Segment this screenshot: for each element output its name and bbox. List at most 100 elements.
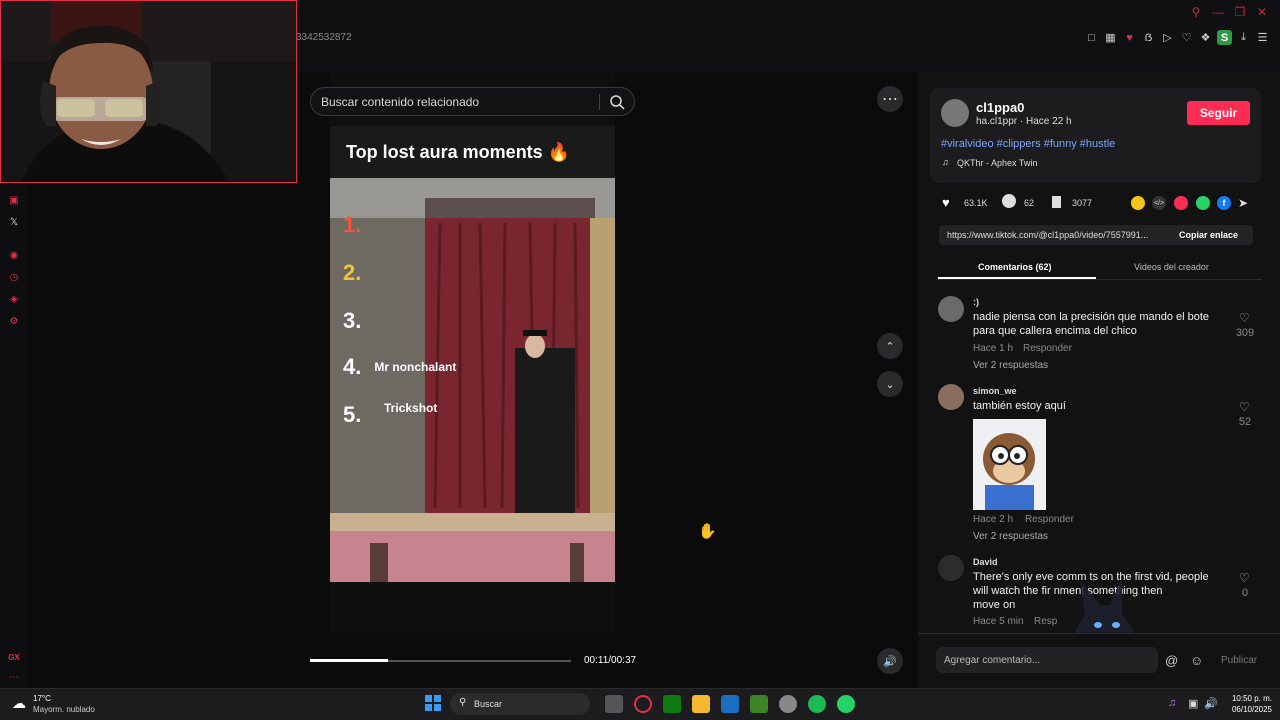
coin-icon[interactable] [1131,196,1145,210]
search-divider [599,94,600,110]
heart-icon[interactable]: ♡ [1179,30,1194,45]
minecraft-icon[interactable] [750,695,768,713]
spotify-icon[interactable] [808,695,826,713]
gx-logo-icon[interactable]: GX [7,650,21,664]
instagram-icon[interactable]: ▣ [7,193,21,207]
tabs-divider [938,279,1262,280]
restore-icon[interactable]: ❐ [1232,5,1248,19]
task-view-icon[interactable] [605,695,623,713]
view-replies-button[interactable]: Ver 2 respuestas [973,531,1048,542]
tab-creator-videos[interactable]: Videos del creador [1134,262,1209,272]
webcam-person-image [1,1,296,182]
player-icon[interactable]: ◉ [7,248,21,262]
previous-video-button[interactable]: ⌃ [877,333,903,359]
mention-icon[interactable]: @ [1165,653,1178,668]
bookmark-icon[interactable]: □ [1084,30,1099,45]
volume-icon[interactable]: 🔊 [1204,697,1218,710]
share-url[interactable]: https://www.tiktok.com/@cl1ppa0/video/75… [947,230,1148,240]
network-icon[interactable]: ▣ [1188,697,1198,710]
hand-cursor-icon: ✋ [698,523,717,540]
package-icon[interactable]: ◈ [7,292,21,306]
snapshot-icon[interactable]: ▦ [1103,30,1118,45]
translate-icon[interactable]: ẞ [1141,30,1156,45]
comment-avatar[interactable] [938,296,964,322]
music-title[interactable]: QKThr - Aphex Twin [957,158,1037,168]
opera-gx-icon[interactable] [634,695,652,713]
share-icon[interactable]: ➤ [1238,196,1248,210]
history-icon[interactable]: ◷ [7,270,21,284]
tab-comments[interactable]: Comentarios (62) [978,262,1052,272]
view-replies-button[interactable]: Ver 2 respuestas [973,360,1048,371]
comment-like-icon[interactable]: ♡ [1239,571,1250,585]
post-button[interactable]: Publicar [1221,655,1257,666]
comment-avatar[interactable] [938,384,964,410]
creator-handle-time: ha.cl1ppr · Hace 22 h [976,116,1072,127]
list-number: 1. [343,212,362,237]
comment-like-icon[interactable]: ♡ [1239,400,1250,414]
extensions-icon[interactable]: ❖ [1198,30,1213,45]
comment-time: Hace 2 h [973,514,1014,525]
profile-icon[interactable]: S [1217,30,1232,45]
store-icon[interactable] [721,695,739,713]
creator-name[interactable]: cl1ppa0 [976,100,1024,115]
next-video-button[interactable]: ⌄ [877,371,903,397]
list-text: Mr nonchalant [374,360,457,374]
hashtags[interactable]: #viralvideo #clippers #funny #hustle [941,138,1115,150]
xbox-icon[interactable] [663,695,681,713]
comment-author[interactable]: :) [973,297,979,307]
chipmunk-image [973,419,1046,510]
search-icon[interactable] [609,94,625,110]
reply-button[interactable]: Responder [1025,514,1074,525]
play-icon[interactable]: ▷ [1160,30,1175,45]
list-item-1: 1. [343,212,361,238]
download-icon[interactable]: ⤓ [1236,30,1251,45]
more-icon[interactable]: ⋯ [7,670,21,684]
music-note-icon: ♫ [942,157,949,167]
search-icon[interactable]: ⚲ [1188,5,1204,19]
steam-icon[interactable] [779,695,797,713]
list-number: 5. [343,402,362,427]
microphone-icon[interactable]: ♫ [1168,697,1176,709]
emoji-icon[interactable]: ☺ [1190,653,1203,668]
minimize-icon[interactable]: — [1210,5,1226,19]
comment-time: Hace 1 h [973,343,1014,354]
comment-icon[interactable] [1002,194,1016,208]
close-icon[interactable]: ✕ [1254,5,1270,19]
whatsapp-taskbar-icon[interactable] [837,695,855,713]
comment-time: Hace 5 min [973,616,1024,627]
windows-start-icon[interactable] [425,695,441,711]
list-item-3: 3. [343,308,361,334]
clock-date[interactable]: 06/10/2025 [1224,705,1272,714]
more-options-button[interactable]: ⋯ [877,86,903,112]
taskbar-search[interactable] [450,693,590,715]
file-explorer-icon[interactable] [692,695,710,713]
clock-time[interactable]: 10:50 p. m. [1224,694,1272,703]
volume-button[interactable]: 🔊 [877,648,903,674]
settings-icon[interactable]: ⚙ [7,314,21,328]
video-timecode: 00:11/00:37 [584,655,637,666]
comment-image[interactable] [973,419,1046,510]
address-fragment[interactable]: 3342532872 [296,32,352,43]
shield-icon[interactable]: ♥ [1122,30,1137,45]
weather-icon[interactable]: ☁ [12,695,26,712]
whatsapp-icon[interactable] [1196,196,1210,210]
send-icon[interactable] [1174,196,1188,210]
save-icon[interactable] [1052,196,1061,208]
embed-icon[interactable]: </> [1152,196,1166,210]
creator-avatar[interactable] [941,99,969,127]
comment-text-line: para que callera encima del chico [973,325,1137,337]
comment-like-icon[interactable]: ♡ [1239,311,1250,325]
follow-button[interactable]: Seguir [1187,101,1250,125]
comment-author[interactable]: David [973,557,998,567]
comment-author[interactable]: simon_we [973,386,1017,396]
like-icon[interactable]: ♥ [942,195,950,210]
x-icon[interactable]: 𝕏 [7,215,21,229]
video-title: Top lost aura moments 🔥 [346,142,571,162]
menu-icon[interactable]: ☰ [1255,30,1270,45]
related-search-input[interactable]: Buscar contenido relacionado [310,87,635,116]
reply-button[interactable]: Responder [1023,343,1072,354]
comment-avatar[interactable] [938,555,964,581]
facebook-icon[interactable]: f [1217,196,1231,210]
list-item-4: 4. Mr nonchalant [343,354,456,380]
copy-link-button[interactable]: Copiar enlace [1179,230,1238,240]
